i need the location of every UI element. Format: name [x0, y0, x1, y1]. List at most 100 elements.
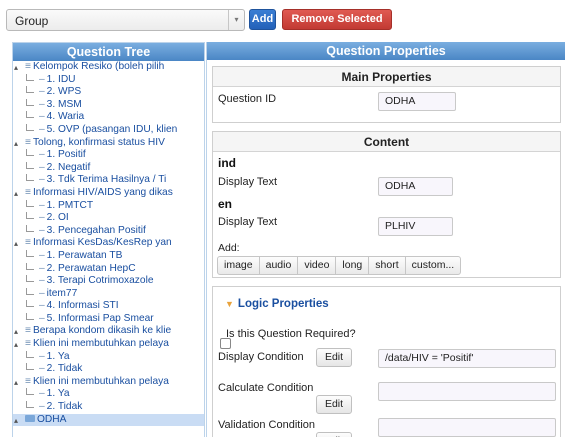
calculate-condition-edit-button[interactable]: Edit: [316, 395, 352, 414]
tree-question-node[interactable]: ▴ ≡ Informasi HIV/AIDS yang dikas: [13, 187, 204, 200]
tree-option-node[interactable]: –1. IDU: [13, 73, 204, 87]
tree-node-label: Informasi HIV/AIDS yang dikas: [32, 186, 173, 198]
tree-branch-line: [26, 149, 34, 157]
tree-option-node[interactable]: –2. Negatif: [13, 161, 204, 175]
tree-branch-line: [26, 212, 34, 220]
tree-option-node[interactable]: –2. OI: [13, 212, 204, 225]
tree-option-node[interactable]: –4. Informasi STI: [13, 300, 204, 313]
display-text-en-input[interactable]: PLHIV: [378, 217, 453, 236]
tree-branch-line: [26, 86, 34, 94]
question-icon: ≡: [25, 325, 31, 337]
video-button[interactable]: video: [297, 256, 337, 275]
custom-button[interactable]: custom...: [404, 256, 462, 275]
short-button[interactable]: short: [368, 256, 406, 275]
tree-question-node[interactable]: ▴ ≡ Klien ini membutuhkan pelaya: [13, 338, 204, 351]
option-icon: –: [39, 111, 45, 123]
tree-branch-line: [26, 123, 34, 131]
audio-button[interactable]: audio: [258, 256, 299, 275]
image-button[interactable]: image: [217, 256, 260, 275]
question-tree-header: Question Tree: [13, 43, 204, 61]
tree-option-node[interactable]: –3. Pencegahan Positif: [13, 224, 204, 238]
option-icon: –: [39, 73, 45, 85]
tree-branch-line: [26, 262, 34, 270]
logic-properties-toggle[interactable]: ▼ Logic Properties: [225, 298, 329, 310]
tree-option-node[interactable]: – item77: [13, 287, 204, 301]
tree-question-node[interactable]: ▴ ODHA: [13, 413, 204, 428]
display-condition-edit-button[interactable]: Edit: [316, 348, 352, 367]
select-arrow-icon[interactable]: ▾: [228, 10, 244, 30]
option-icon: –: [39, 300, 45, 312]
required-label: Is this Question Required?: [226, 328, 356, 340]
tree-question-node[interactable]: ▴ ≡ Kelompok Resiko (boleh pilih: [13, 61, 204, 74]
tree-node-label: Berapa kondom dikasih ke klie: [32, 325, 172, 337]
tree-option-node[interactable]: –2. WPS: [13, 86, 204, 99]
tree-option-node[interactable]: –4. Waria: [13, 111, 204, 124]
logic-properties-box: ▼ Logic Properties Is this Question Requi…: [212, 286, 561, 437]
main-properties-title: Main Properties: [213, 67, 560, 87]
option-icon: –: [39, 199, 45, 211]
remove-selected-button[interactable]: Remove Selected: [282, 9, 392, 30]
tree-question-node[interactable]: ▴ ≡ Informasi KesDas/KesRep yan: [13, 237, 204, 250]
tree-option-node[interactable]: –2. Perawatan HepC: [13, 262, 204, 276]
option-icon: –: [39, 174, 45, 186]
tree-question-node[interactable]: ▴ ≡ Berapa kondom dikasih ke klie: [13, 325, 204, 338]
tree-option-node[interactable]: –5. Informasi Pap Smear: [13, 312, 204, 326]
tree-node-label: 2. Negatif: [46, 161, 91, 173]
tree-branch-line: [26, 224, 34, 232]
calculate-condition-input[interactable]: [378, 382, 556, 401]
display-condition-label: Display Condition: [218, 351, 304, 363]
tree-branch-line: [26, 350, 34, 358]
tree-node-label: 3. Tdk Terima Hasilnya / Ti: [46, 174, 167, 186]
tree-option-node[interactable]: –1. Ya: [13, 388, 204, 401]
tree-branch-line: [26, 388, 34, 396]
question-id-label: Question ID: [218, 93, 277, 105]
display-text-ind-input[interactable]: ODHA: [378, 177, 453, 196]
tree-branch-line: [26, 111, 34, 119]
option-icon: –: [39, 287, 45, 299]
tree-branch-line: [26, 287, 34, 295]
long-button[interactable]: long: [335, 256, 370, 275]
add-media-label: Add:: [218, 242, 240, 254]
content-box: Content ind Display Text ODHA en Display…: [212, 131, 561, 278]
tree-node-label: Klien ini membutuhkan pelaya: [32, 375, 169, 387]
tree-option-node[interactable]: –5. OVP (pasangan IDU, klien: [13, 123, 204, 137]
display-condition-input[interactable]: /data/HIV = 'Positif': [378, 349, 556, 368]
display-text-ind-label: Display Text: [218, 176, 278, 188]
tree-node-label: 3. MSM: [46, 98, 82, 110]
validation-condition-input[interactable]: [378, 418, 556, 437]
tree-node-label: Klien ini membutuhkan pelaya: [32, 338, 169, 350]
question-icon: ≡: [25, 375, 31, 387]
tree-node-label: 1. Perawatan TB: [46, 249, 123, 261]
option-icon: –: [39, 86, 45, 98]
tree-node-label: item77: [46, 287, 78, 299]
question-id-input[interactable]: ODHA: [378, 92, 456, 111]
option-icon: –: [39, 388, 45, 400]
tree-option-node[interactable]: –2. Tidak: [13, 401, 204, 414]
tree-question-node[interactable]: ▴ ≡ Tolong, konfirmasi status HIV: [13, 137, 204, 150]
expand-toggle-icon[interactable]: ▴: [14, 415, 18, 428]
tree-question-node[interactable]: ▴ ≡ Klien ini membutuhkan pelaya: [13, 376, 204, 389]
tree-option-node[interactable]: –1. Ya: [13, 350, 204, 364]
folder-icon: [25, 414, 35, 422]
option-icon: –: [39, 350, 45, 362]
calculate-condition-label: Calculate Condition: [218, 382, 314, 394]
tree-node-label: Kelompok Resiko (boleh pilih: [32, 61, 165, 72]
question-tree: ▴ ≡ Kelompok Resiko (boleh pilih –1. IDU –2.…: [13, 61, 204, 428]
tree-option-node[interactable]: –3. Terapi Cotrimoxazole: [13, 275, 204, 288]
tree-branch-line: [26, 312, 34, 320]
group-select[interactable]: Group ▾: [6, 9, 245, 31]
tree-branch-line: [26, 174, 34, 182]
option-icon: –: [39, 262, 45, 274]
add-button[interactable]: Add: [249, 9, 276, 30]
tree-option-node[interactable]: –1. Positif: [13, 149, 204, 162]
tree-branch-line: [26, 275, 34, 283]
tree-option-node[interactable]: –1. PMTCT: [13, 199, 204, 213]
option-icon: –: [39, 249, 45, 261]
tree-node-label: 1. PMTCT: [46, 199, 94, 211]
tree-option-node[interactable]: –3. MSM: [13, 98, 204, 112]
tree-option-node[interactable]: –2. Tidak: [13, 363, 204, 376]
tree-node-label: 4. Informasi STI: [46, 300, 119, 312]
tree-option-node[interactable]: –3. Tdk Terima Hasilnya / Ti: [13, 174, 204, 187]
validation-condition-edit-button[interactable]: Edit: [316, 432, 352, 437]
tree-option-node[interactable]: –1. Perawatan TB: [13, 249, 204, 263]
